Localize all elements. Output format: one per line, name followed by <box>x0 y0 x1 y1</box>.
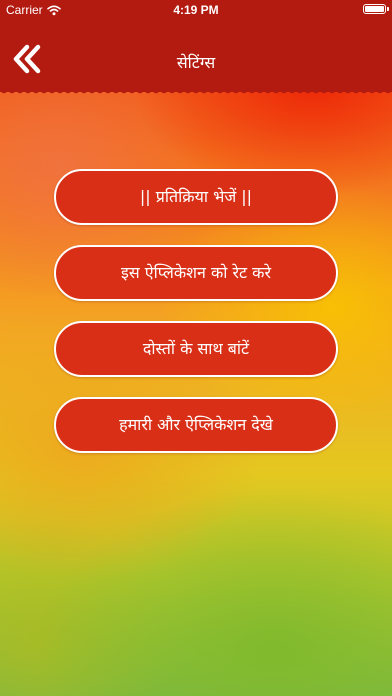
battery-level <box>365 6 384 12</box>
settings-menu: || प्रतिक्रिया भेजें || इस ऐप्लिकेशन को … <box>54 169 338 473</box>
page-title: सेटिंग्स <box>176 53 216 72</box>
header-scalloped-edge <box>0 90 392 96</box>
share-with-friends-button[interactable]: दोस्तों के साथ बांटें <box>54 321 338 377</box>
status-bar: Carrier 4:19 PM <box>0 0 392 22</box>
status-right <box>363 4 389 14</box>
more-apps-button[interactable]: हमारी और ऐप्लिकेशन देखे <box>54 397 338 453</box>
status-time: 4:19 PM <box>173 3 219 17</box>
send-feedback-button[interactable]: || प्रतिक्रिया भेजें || <box>54 169 338 225</box>
navigation-bar: सेटिंग्स <box>0 22 392 92</box>
battery-icon <box>363 4 389 14</box>
rate-app-button[interactable]: इस ऐप्लिकेशन को रेट करे <box>54 245 338 301</box>
